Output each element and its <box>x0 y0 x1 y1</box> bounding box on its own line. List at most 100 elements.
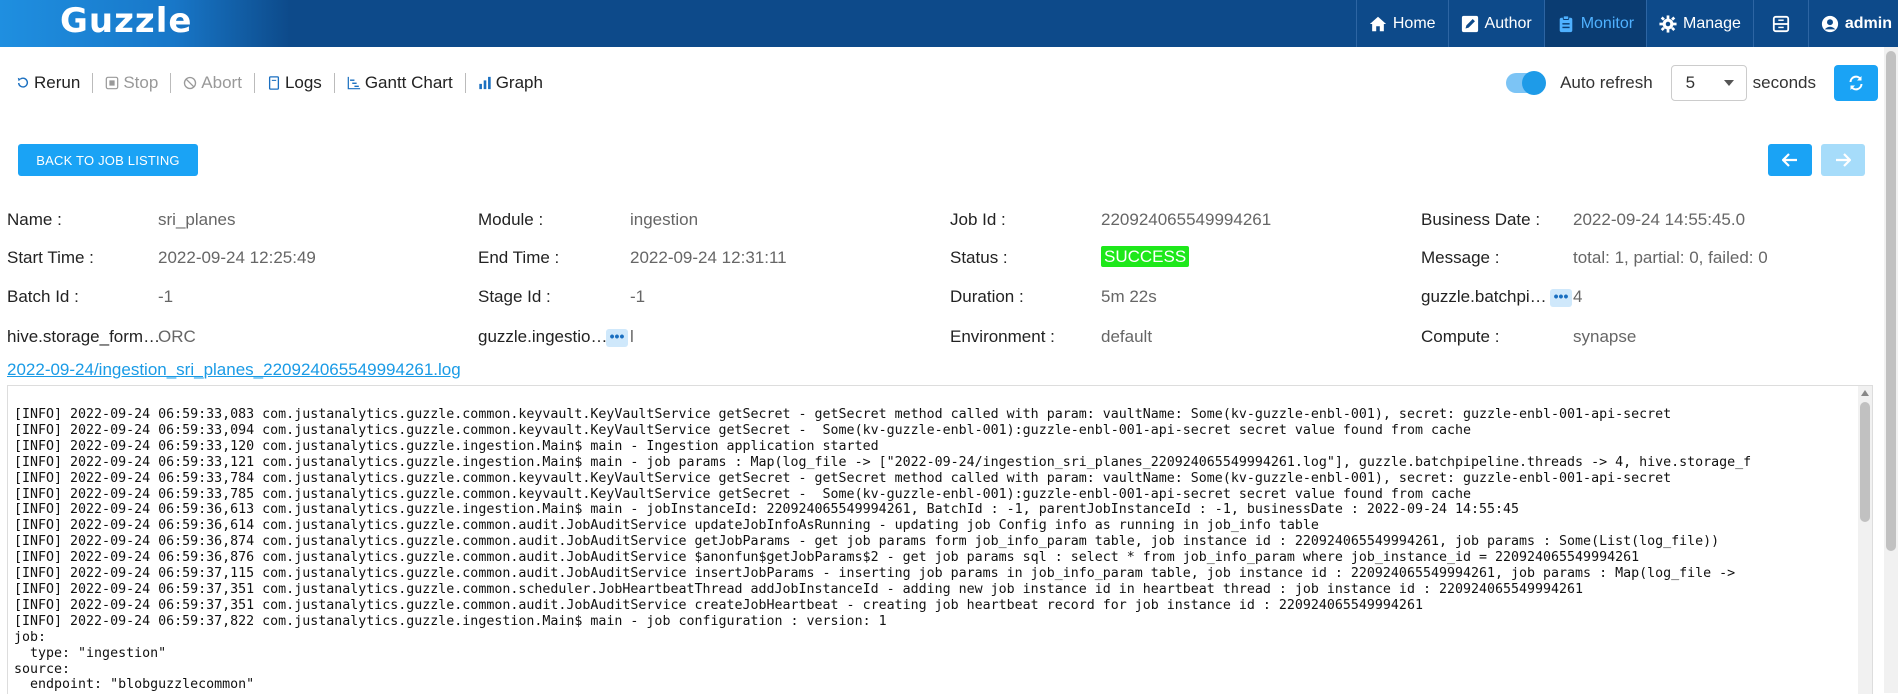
duration-label: Duration : <box>950 287 1024 306</box>
module-label: Module : <box>478 210 544 229</box>
stop-label: Stop <box>123 73 159 92</box>
gantt-chart-button[interactable]: Gantt Chart <box>347 73 453 93</box>
brand-area: Guzzle <box>0 0 290 47</box>
graph-label: Graph <box>495 73 543 92</box>
cabinet-icon <box>1772 15 1789 32</box>
nav-monitor[interactable]: Monitor <box>1543 0 1647 47</box>
seconds-label: seconds <box>1752 73 1816 92</box>
start-time-label: Start Time : <box>7 248 94 267</box>
log-line: [INFO] 2022-09-24 06:59:36,613 com.justa… <box>14 502 1520 518</box>
logs-label: Logs <box>284 73 322 92</box>
rerun-icon <box>17 77 29 88</box>
log-line: endpoint: "blobguzzlecommon" <box>14 677 255 693</box>
log-line: [INFO] 2022-09-24 06:59:33,120 com.justa… <box>14 438 879 454</box>
ingestion-param-value: l <box>630 327 634 346</box>
duration-value: 5m 22s <box>1101 287 1157 306</box>
back-to-job-listing-button[interactable]: BACK TO JOB LISTING <box>18 144 198 176</box>
job-toolbar: Rerun Stop Abort Logs Gantt Chart Graph <box>16 70 543 96</box>
auto-refresh-label: Auto refresh <box>1560 73 1653 92</box>
log-line: [INFO] 2022-09-24 06:59:33,121 com.justa… <box>14 454 1752 470</box>
nav-monitor-label: Monitor <box>1580 14 1635 32</box>
previous-job-button[interactable] <box>1768 144 1812 176</box>
refresh-interval-value: 5 <box>1685 73 1696 92</box>
log-viewer[interactable]: [INFO] 2022-09-24 06:59:33,083 com.justa… <box>7 385 1873 694</box>
name-value: sri_planes <box>158 210 236 229</box>
graph-button[interactable]: Graph <box>478 73 543 93</box>
clipboard-icon <box>1559 14 1572 32</box>
ingestion-param-label: guzzle.ingestio… <box>478 327 608 346</box>
log-line: [INFO] 2022-09-24 06:59:33,784 com.justa… <box>14 470 1672 486</box>
batch-id-label: Batch Id : <box>7 287 79 306</box>
toolbar-divider <box>170 73 172 93</box>
refresh-icon <box>1849 75 1863 91</box>
stage-id-value: -1 <box>630 287 646 306</box>
logs-button[interactable]: Logs <box>267 73 322 93</box>
refresh-interval-select[interactable]: 5 <box>1670 65 1747 101</box>
job-id-label: Job Id : <box>950 210 1006 229</box>
log-line: [INFO] 2022-09-24 06:59:33,094 com.justa… <box>14 422 1471 438</box>
log-line: [INFO] 2022-09-24 06:59:37,351 com.justa… <box>14 597 1423 613</box>
job-id-value: 220924065549994261 <box>1101 210 1272 229</box>
nav-extra[interactable] <box>1752 0 1808 47</box>
top-navbar: Guzzle Home Author Monitor Manage admin <box>0 0 1898 47</box>
next-job-button[interactable] <box>1821 144 1865 176</box>
log-line: job: <box>14 629 47 645</box>
nav-manage-label: Manage <box>1683 14 1741 32</box>
rerun-label: Rerun <box>34 73 81 92</box>
expand-more-button[interactable]: ••• <box>606 328 628 347</box>
environment-label: Environment : <box>950 327 1055 346</box>
gear-icon <box>1659 14 1677 33</box>
log-scrollbar[interactable] <box>1858 386 1872 694</box>
nav-user-label: admin <box>1844 14 1892 32</box>
caret-down-icon <box>1723 80 1734 86</box>
log-line: [INFO] 2022-09-24 06:59:37,351 com.justa… <box>14 581 1584 597</box>
refresh-button[interactable] <box>1834 65 1878 101</box>
nav-home[interactable]: Home <box>1355 0 1448 47</box>
message-value: total: 1, partial: 0, failed: 0 <box>1573 248 1768 267</box>
log-line: [INFO] 2022-09-24 06:59:36,876 com.justa… <box>14 550 1640 566</box>
abort-label: Abort <box>201 73 242 92</box>
nav-author[interactable]: Author <box>1447 0 1544 47</box>
page-scrollbar[interactable] <box>1884 47 1898 693</box>
gantt-icon <box>347 76 360 90</box>
batchpipeline-threads-value: 4 <box>1573 287 1583 306</box>
log-line: source: <box>14 661 71 677</box>
gantt-label: Gantt Chart <box>364 73 453 92</box>
log-file-link[interactable]: 2022-09-24/ingestion_sri_planes_22092406… <box>7 360 461 380</box>
home-icon <box>1369 16 1386 31</box>
log-line: [INFO] 2022-09-24 06:59:33,785 com.justa… <box>14 486 1471 502</box>
arrow-right-icon <box>1836 153 1851 167</box>
name-label: Name : <box>7 210 62 229</box>
edit-icon <box>1461 15 1478 32</box>
hive-storage-format-value: ORC <box>158 327 196 346</box>
compute-label: Compute : <box>1421 327 1500 346</box>
nav-user[interactable]: admin <box>1807 0 1898 47</box>
user-icon <box>1821 15 1838 32</box>
auto-refresh-toggle[interactable] <box>1506 71 1547 95</box>
nav-home-label: Home <box>1392 14 1436 32</box>
rerun-button[interactable]: Rerun <box>16 73 80 93</box>
abort-button[interactable]: Abort <box>183 73 242 93</box>
guzzle-logo[interactable]: Guzzle <box>60 1 192 41</box>
module-value: ingestion <box>630 210 699 229</box>
start-time-value: 2022-09-24 12:25:49 <box>158 248 316 267</box>
toolbar-divider <box>92 73 94 93</box>
stage-id-label: Stage Id : <box>478 287 551 306</box>
bar-chart-icon <box>479 76 491 90</box>
expand-more-button[interactable]: ••• <box>1550 288 1572 307</box>
nav-manage[interactable]: Manage <box>1646 0 1753 47</box>
arrow-left-icon <box>1782 153 1797 167</box>
hive-storage-format-label: hive.storage_form… <box>7 327 161 346</box>
status-label: Status : <box>950 248 1008 267</box>
main-nav: Home Author Monitor Manage admin <box>1355 0 1898 47</box>
log-line: [INFO] 2022-09-24 06:59:33,083 com.justa… <box>14 407 1672 422</box>
end-time-label: End Time : <box>478 248 560 267</box>
log-line: [INFO] 2022-09-24 06:59:37,822 com.justa… <box>14 613 887 629</box>
log-content: [INFO] 2022-09-24 06:59:33,083 com.justa… <box>8 386 1872 693</box>
compute-value: synapse <box>1573 327 1637 346</box>
toolbar-divider <box>253 73 255 93</box>
log-line: type: "ingestion" <box>14 645 167 661</box>
stop-button[interactable]: Stop <box>105 73 158 93</box>
business-date-label: Business Date : <box>1421 210 1541 229</box>
abort-icon <box>184 76 197 90</box>
